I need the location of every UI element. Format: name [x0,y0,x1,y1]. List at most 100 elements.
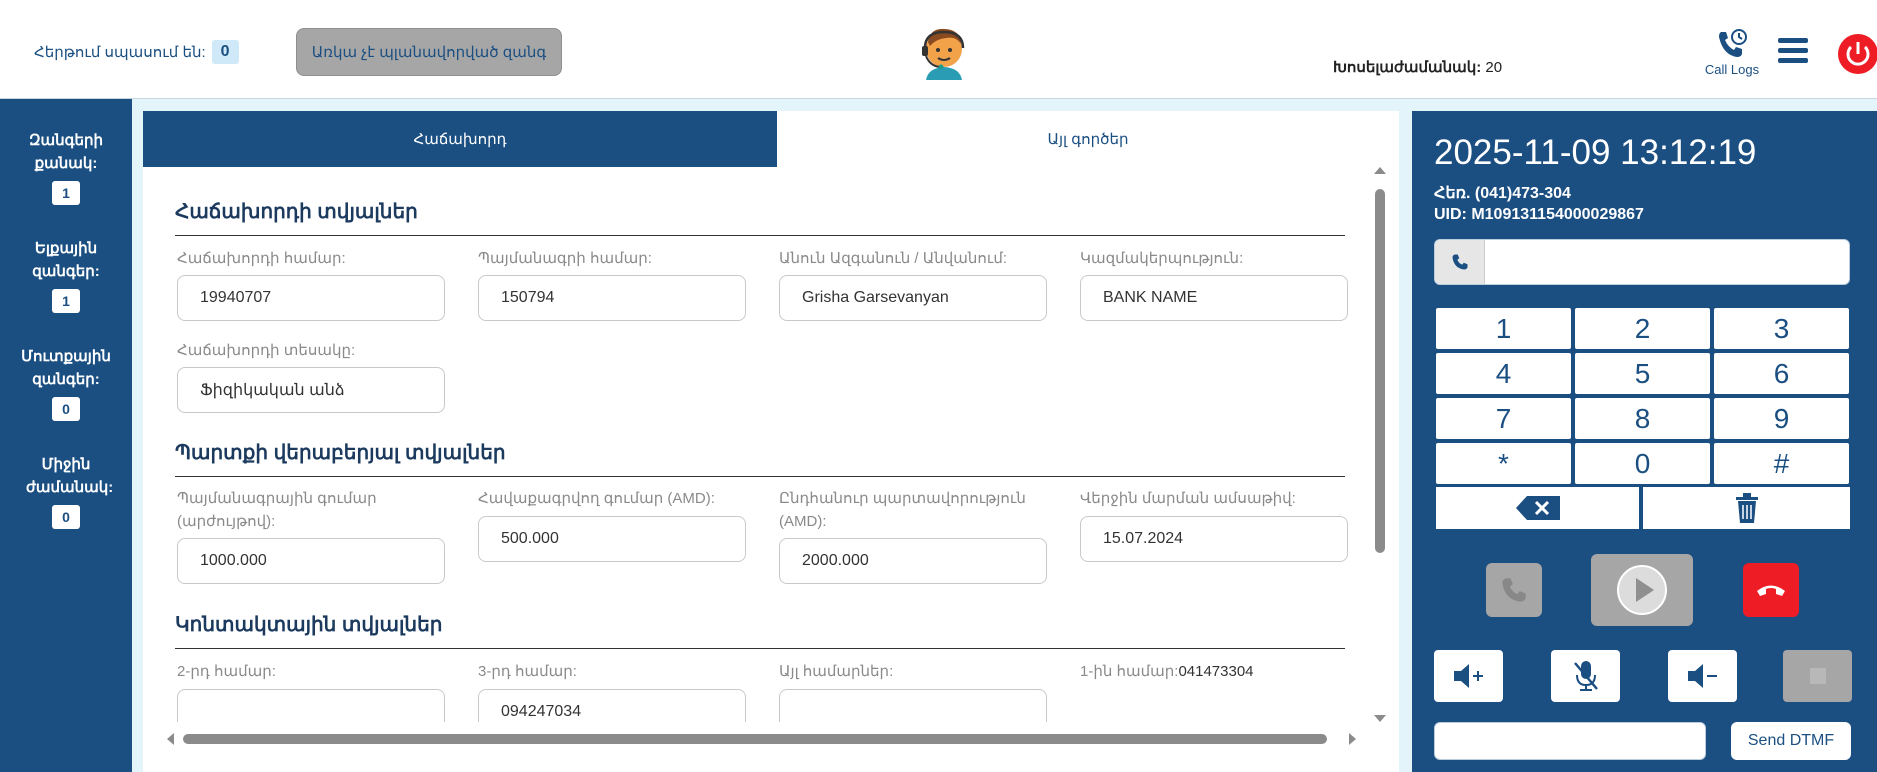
stat-outgoing-calls: Ելքային զանգեր: 1 [0,237,132,313]
backspace-button[interactable] [1436,487,1639,529]
total-debt-label: Ընդհանուր պարտավորություն (AMD): [779,490,1026,530]
section-divider [175,476,1345,477]
talk-time-value: 20 [1485,59,1503,76]
third-number-field[interactable]: 094247034 [478,689,746,722]
collected-amount-field[interactable]: 500.000 [478,516,746,562]
organization-field[interactable]: BANK NAME [1080,275,1348,321]
hangup-button[interactable] [1743,563,1799,617]
vertical-scrollbar[interactable] [1369,167,1391,722]
call-stats-sidebar: Զանգերի քանակ: 1 Ելքային զանգեր: 1 Մուտք… [0,99,132,772]
stat-value: 1 [52,181,80,205]
top-header: Հերթում սպասում են: 0 Առկա չէ պլանավորվա… [0,0,1877,99]
queue-count-badge: 0 [211,40,239,64]
second-number-field[interactable] [177,689,445,722]
record-stop-button[interactable] [1783,650,1852,702]
trash-icon [1735,493,1758,523]
contract-number-field[interactable]: 150794 [478,275,746,321]
client-name-field[interactable]: Grisha Garsevanyan [779,275,1047,321]
stat-label: Ելքային զանգեր: [32,240,100,280]
third-number-label: 3-րդ համար: [478,663,577,680]
client-number-field[interactable]: 19940707 [177,275,445,321]
client-name-label: Անուն Ազգանուն / Անվանում: [779,250,1008,267]
agent-avatar-icon [922,28,965,80]
client-type-field[interactable]: Ֆիզիկական անձ [177,367,445,413]
panel-tabs: Հաճախորդ Այլ գործեր [143,111,1399,167]
key-1[interactable]: 1 [1436,308,1571,349]
queue-label: Հերթում սպասում են: [34,44,206,61]
volume-up-icon [1453,664,1483,688]
stat-average-time: Միջին ժամանակ: 0 [0,453,132,529]
contract-number-label: Պայմանագրի համար: [478,250,652,267]
total-debt-field[interactable]: 2000.000 [779,538,1047,584]
call-uid: UID: M109131154000029867 [1434,206,1644,223]
stat-label: Միջին ժամանակ: [26,456,114,496]
keypad-actions [1436,487,1850,529]
horizontal-scrollbar-thumb[interactable] [183,734,1327,744]
mute-microphone-button[interactable] [1551,650,1620,702]
key-5[interactable]: 5 [1575,353,1710,394]
stat-incoming-calls: Մուտքային զանգեր: 0 [0,345,132,421]
client-form: Հաճախորդի տվյալներ Հաճախորդի համար: 1994… [143,167,1373,722]
stat-value: 0 [52,505,80,529]
key-4[interactable]: 4 [1436,353,1571,394]
key-2[interactable]: 2 [1575,308,1710,349]
queue-indicator: Հերթում սպասում են: 0 [34,40,239,64]
scroll-right-arrow-icon[interactable] [1349,733,1356,745]
key-8[interactable]: 8 [1575,398,1710,439]
client-panel: Հաճախորդ Այլ գործեր Հաճախորդի տվյալներ Հ… [143,111,1399,772]
contract-amount-label: Պայմանագրային գումար (արժույթով): [177,490,377,530]
vertical-scrollbar-thumb[interactable] [1375,189,1385,553]
stat-value: 1 [52,289,80,313]
stat-total-calls: Զանգերի քանակ: 1 [0,129,132,205]
client-number-label: Հաճախորդի համար: [177,250,346,267]
section-divider [175,648,1345,649]
scroll-left-arrow-icon[interactable] [167,733,174,745]
first-number-value: 041473304 [1178,663,1254,680]
call-phone-number: Հեռ. (041)473-304 [1434,185,1571,202]
client-type-label: Հաճախորդի տեսակը: [177,342,356,359]
tab-client[interactable]: Հաճախորդ [143,111,777,167]
call-button[interactable] [1486,563,1542,617]
volume-up-button[interactable] [1434,650,1503,702]
key-3[interactable]: 3 [1714,308,1849,349]
call-logs-button[interactable]: Call Logs [1698,28,1766,77]
contract-amount-field[interactable]: 1000.000 [177,538,445,584]
key-hash[interactable]: # [1714,443,1849,484]
hamburger-menu-icon[interactable] [1778,38,1808,68]
logout-power-icon[interactable] [1838,34,1877,74]
phone-icon [1435,240,1485,284]
horizontal-scrollbar[interactable] [163,728,1363,750]
call-logs-label: Call Logs [1704,62,1760,77]
talk-time-label: Խոսելաժամանակ: [1333,59,1482,76]
key-7[interactable]: 7 [1436,398,1571,439]
section-title-client-data: Հաճախորդի տվյալներ [175,201,418,223]
other-numbers-field[interactable] [779,689,1047,722]
key-star[interactable]: * [1436,443,1571,484]
scroll-down-arrow-icon[interactable] [1374,715,1386,722]
key-0[interactable]: 0 [1575,443,1710,484]
planned-call-button[interactable]: Առկա չէ պլանավորված զանգ [296,28,562,76]
scroll-up-arrow-icon[interactable] [1374,167,1386,174]
tab-other-cases[interactable]: Այլ գործեր [777,111,1399,167]
dtmf-input[interactable] [1434,722,1706,760]
key-9[interactable]: 9 [1714,398,1849,439]
other-numbers-label: Այլ համարներ: [779,663,894,680]
last-payment-field[interactable]: 15.07.2024 [1080,516,1348,562]
stat-label: Մուտքային զանգեր: [21,348,111,388]
stop-icon [1809,668,1826,684]
last-payment-label: Վերջին մարման ամսաթիվ: [1080,490,1296,507]
play-button[interactable] [1591,554,1693,626]
organization-label: Կազմակերպություն: [1080,250,1244,267]
clear-button[interactable] [1643,487,1850,529]
call-logs-icon [1719,29,1747,57]
stat-label: Զանգերի քանակ: [28,132,104,172]
talk-time: Խոսելաժամանակ: 20 [1333,58,1502,76]
key-6[interactable]: 6 [1714,353,1849,394]
stat-value: 0 [52,397,80,421]
dial-number-input[interactable] [1434,239,1850,285]
section-title-debt-data: Պարտքի վերաբերյալ տվյալներ [175,442,506,464]
send-dtmf-button[interactable]: Send DTMF [1731,722,1851,760]
volume-down-icon [1687,664,1717,688]
volume-down-button[interactable] [1668,650,1737,702]
play-icon [1617,565,1667,615]
